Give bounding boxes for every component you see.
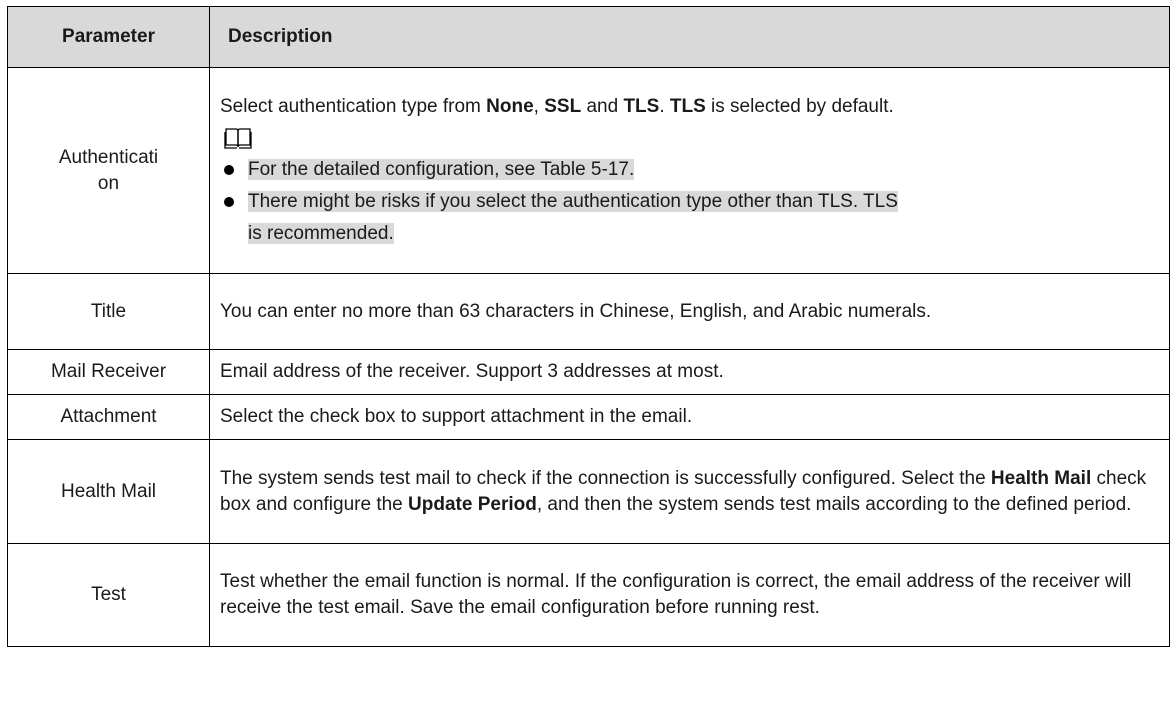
header-parameter: Parameter — [7, 6, 210, 68]
param-name-test: Test — [7, 543, 210, 647]
param-name-attachment: Attachment — [7, 394, 210, 440]
param-desc-attachment: Select the check box to support attachme… — [209, 394, 1170, 440]
bullet-icon — [224, 196, 234, 207]
param-desc-test: Test whether the email function is norma… — [209, 543, 1170, 647]
param-desc-health-mail: The system sends test mail to check if t… — [209, 439, 1170, 544]
header-description: Description — [209, 6, 1170, 68]
param-desc-mail-receiver: Email address of the receiver. Support 3… — [209, 349, 1170, 395]
table-row: Attachment Select the check box to suppo… — [7, 394, 1170, 440]
auth-description: Select authentication type from None, SS… — [220, 95, 894, 117]
param-name-line: Authenticati — [58, 146, 159, 168]
table-header-row: Parameter Description — [7, 6, 1170, 68]
param-name-line: on — [97, 172, 120, 194]
param-desc-authentication: Select authentication type from None, SS… — [209, 67, 1170, 274]
table-row: Health Mail The system sends test mail t… — [7, 439, 1170, 544]
table-row: Title You can enter no more than 63 char… — [7, 273, 1170, 350]
param-name-title: Title — [7, 273, 210, 350]
table-row: Test Test whether the email function is … — [7, 543, 1170, 647]
table-row: Authenticati on Select authentication ty… — [7, 67, 1170, 274]
book-icon — [224, 127, 252, 149]
param-desc-title: You can enter no more than 63 characters… — [209, 273, 1170, 350]
table-row: Mail Receiver Email address of the recei… — [7, 349, 1170, 395]
list-item: For the detailed configuration, see Tabl… — [220, 154, 1159, 186]
bullet-icon — [224, 164, 234, 175]
auth-note-list: For the detailed configuration, see Tabl… — [220, 154, 1159, 250]
param-name-authentication: Authenticati on — [7, 67, 210, 274]
param-name-mail-receiver: Mail Receiver — [7, 349, 210, 395]
parameter-table: Parameter Description Authenticati on Se… — [7, 6, 1170, 647]
list-item: There might be risks if you select the a… — [220, 186, 1159, 250]
param-name-health-mail: Health Mail — [7, 439, 210, 544]
